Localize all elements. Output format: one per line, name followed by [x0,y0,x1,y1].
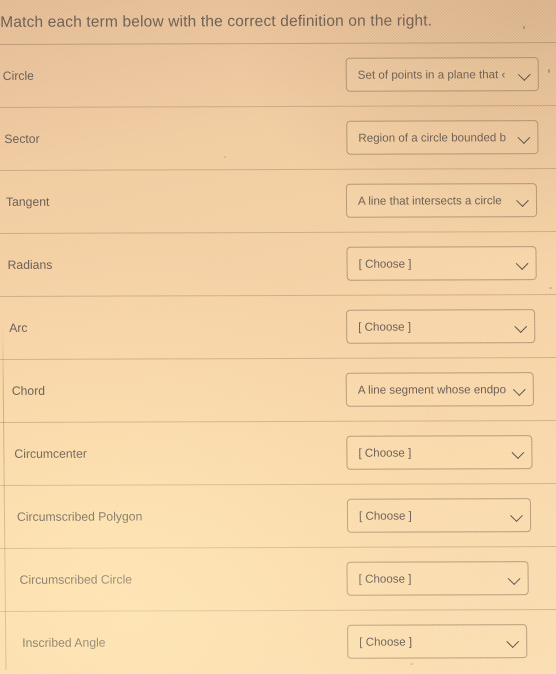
chevron-down-icon[interactable] [518,67,532,81]
matching-row: Chord A line segment whose endpo [0,357,556,422]
chevron-down-icon[interactable] [508,571,522,585]
term-label: Inscribed Angle [22,635,106,650]
matching-row: Circumscribed Polygon [ Choose ] [0,482,556,548]
definition-dropdown[interactable]: A line segment whose endpo [345,372,534,407]
dropdown-value: A line segment whose endpo [357,382,507,397]
matching-row: Inscribed Angle [ Choose ] [0,608,556,674]
matching-row: Arc [ Choose ] [0,294,556,359]
dropdown-value: Region of a circle bounded b [358,130,507,145]
chevron-down-icon[interactable] [511,445,525,459]
definition-dropdown[interactable]: [ Choose ] [347,624,528,659]
definition-dropdown[interactable]: [ Choose ] [346,498,532,533]
dropdown-value: Set of points in a plane that ‹ [357,67,506,82]
term-label: Sector [4,131,40,146]
definition-dropdown[interactable]: Region of a circle bounded b [346,120,539,155]
term-label: Circle [2,68,34,83]
dropdown-value: [ Choose ] [359,635,413,649]
dropdown-value: [ Choose ] [358,509,412,523]
chevron-down-icon[interactable] [510,508,524,522]
term-label: Arc [9,320,28,335]
quiz-screen: Match each term below with the correct d… [0,0,556,674]
dropdown-value: [ Choose ] [358,320,412,334]
chevron-down-icon[interactable] [514,319,528,333]
matching-row: Circumcenter [ Choose ] [0,419,556,485]
term-label: Circumcenter [14,446,87,461]
dropdown-value: [ Choose ] [358,446,412,460]
matching-row: Tangent A line that intersects a circle [0,168,556,233]
definition-dropdown[interactable]: [ Choose ] [346,309,536,344]
matching-row: Circle Set of points in a plane that ‹ [0,42,556,107]
dropdown-value: A line that intersects a circle [357,193,502,208]
dropdown-value: [ Choose ] [358,257,412,271]
chevron-down-icon[interactable] [506,634,520,648]
chevron-down-icon[interactable] [516,256,530,270]
term-label: Radians [7,257,53,272]
term-label: Circumscribed Circle [19,572,133,587]
definition-dropdown[interactable]: [ Choose ] [346,435,533,470]
definition-dropdown[interactable]: A line that intersects a circle [345,183,538,218]
term-label: Tangent [5,194,50,209]
term-label: Chord [11,383,46,398]
dropdown-value: [ Choose ] [358,572,412,586]
page-title: Match each term below with the correct d… [0,12,433,31]
chevron-down-icon[interactable] [516,193,530,207]
chevron-down-icon[interactable] [517,130,531,144]
screen-photo: Match each term below with the correct d… [0,0,556,674]
term-label: Circumscribed Polygon [16,509,143,524]
definition-dropdown[interactable]: Set of points in a plane that ‹ [345,57,539,92]
matching-row: Circumscribed Circle [ Choose ] [0,545,556,611]
definition-dropdown[interactable]: [ Choose ] [346,561,529,596]
chevron-down-icon[interactable] [513,382,527,396]
matching-row: Radians [ Choose ] [0,231,556,296]
matching-list: Circle Set of points in a plane that ‹ Sec… [0,42,556,674]
matching-row: Sector Region of a circle bounded b [0,105,556,170]
definition-dropdown[interactable]: [ Choose ] [346,246,537,281]
